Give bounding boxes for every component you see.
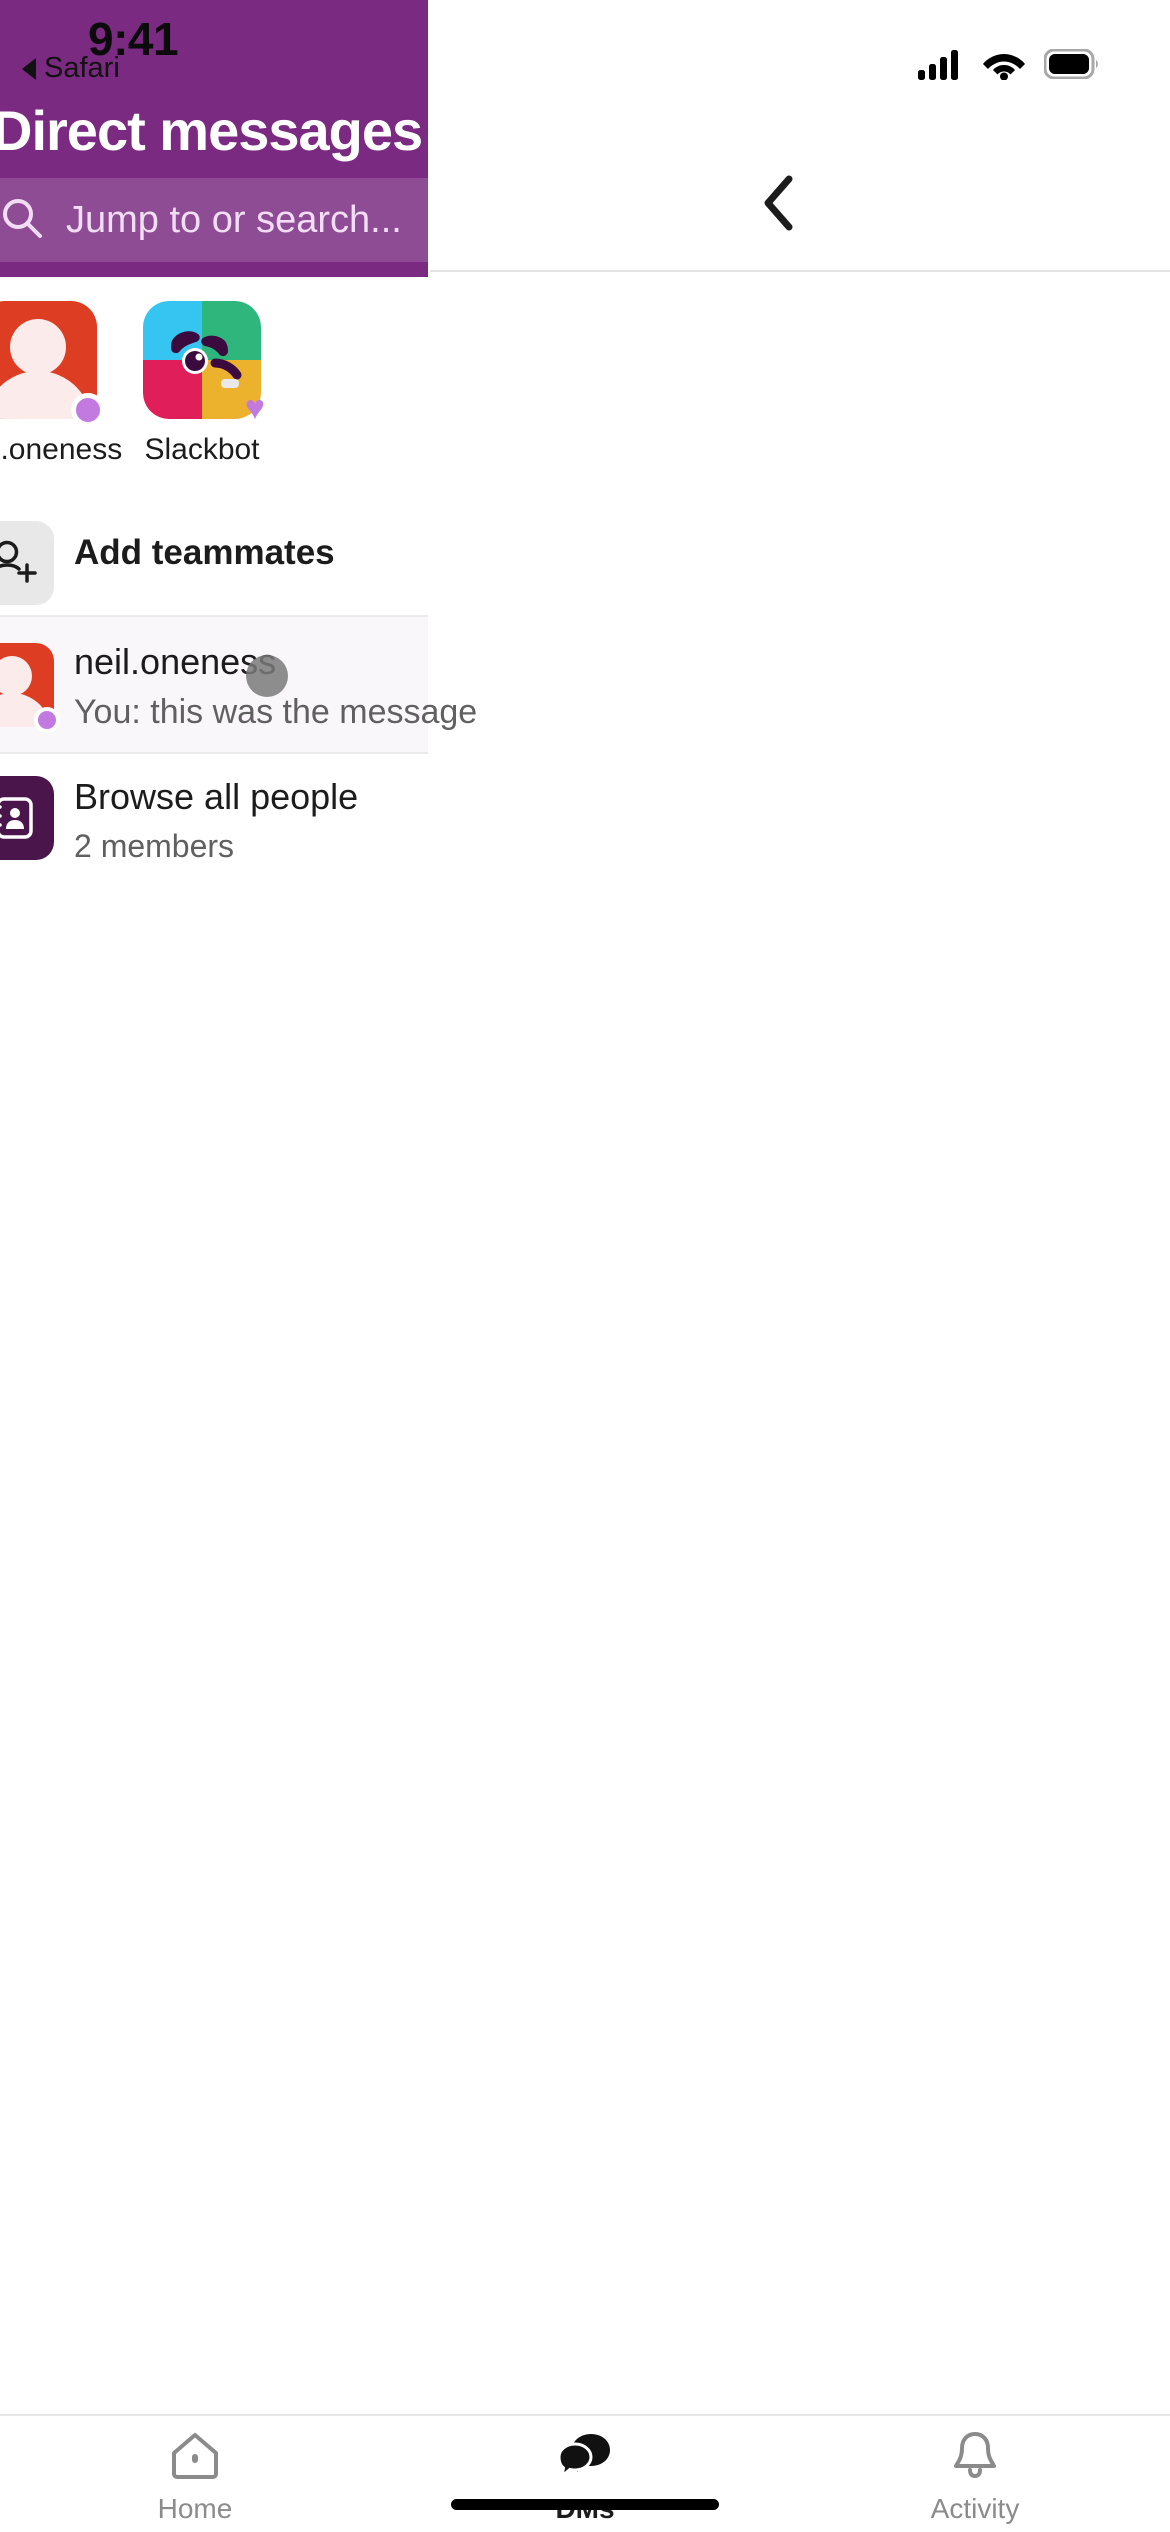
recent-conversations-strip: neil.oneness	[0, 277, 428, 507]
tab-home[interactable]: Home	[0, 2430, 390, 2525]
pane-divider	[430, 270, 1170, 272]
presence-online-dot	[34, 707, 60, 733]
tab-activity-label: Activity	[930, 2493, 1020, 2524]
search-placeholder: Jump to or search...	[66, 198, 402, 241]
return-app-label: Safari	[44, 52, 120, 84]
back-triangle-icon	[22, 57, 36, 80]
slackbot-avatar	[143, 301, 261, 419]
page-title: Direct messages	[0, 99, 423, 162]
recent-item-neil[interactable]: neil.oneness	[0, 301, 123, 468]
home-icon	[169, 2430, 221, 2485]
phone-screen: 9:41 Safari Direct messages Jump to or s…	[0, 0, 1170, 2532]
browse-all-people-title: Browse all people	[74, 776, 359, 817]
add-teammates-button[interactable]: Add teammates	[0, 507, 428, 615]
heart-icon: ♥	[244, 389, 265, 427]
return-to-safari-button[interactable]: Safari	[22, 52, 120, 85]
search-input[interactable]: Jump to or search...	[0, 178, 428, 262]
back-button[interactable]	[748, 175, 808, 235]
cursor-pointer	[246, 655, 288, 697]
contact-book-icon	[0, 776, 54, 860]
avatar: ♥	[143, 301, 265, 425]
conversation-preview: You: this was the message	[74, 693, 478, 731]
recent-item-label: Slackbot	[144, 433, 260, 466]
dm-list-area: neil.oneness	[0, 277, 477, 2532]
recent-item-slackbot[interactable]: ♥ Slackbot	[117, 301, 287, 468]
battery-full-icon	[1043, 48, 1100, 84]
tab-home-label: Home	[157, 2493, 233, 2524]
bell-icon	[950, 2430, 1000, 2485]
tab-dms[interactable]: DMs	[390, 2430, 780, 2525]
bottom-tab-bar: Home DMs Activity	[0, 2414, 1170, 2532]
wifi-icon	[982, 48, 1026, 85]
avatar	[0, 643, 60, 733]
tab-activity[interactable]: Activity	[780, 2430, 1170, 2525]
conversation-row-neil[interactable]: neil.oneness You: this was the message	[0, 617, 477, 752]
status-bar-indicators	[918, 48, 1100, 85]
avatar-head	[0, 656, 32, 696]
avatar	[0, 301, 105, 427]
chat-bubbles-icon	[557, 2430, 613, 2485]
recent-item-label: neil.oneness	[0, 433, 123, 466]
search-icon	[0, 196, 44, 245]
home-indicator[interactable]	[451, 2499, 719, 2510]
cellular-signal-icon	[918, 48, 964, 85]
dm-sidebar-header: 9:41 Safari Direct messages Jump to or s…	[0, 0, 428, 277]
add-teammates-label: Add teammates	[74, 533, 335, 572]
browse-all-people-button[interactable]: Browse all people 2 members	[0, 754, 428, 884]
person-add-icon	[0, 521, 54, 605]
presence-online-dot	[71, 393, 105, 427]
browse-all-people-subtitle: 2 members	[74, 828, 235, 864]
avatar-head	[10, 319, 66, 375]
chevron-left-icon	[761, 175, 795, 236]
